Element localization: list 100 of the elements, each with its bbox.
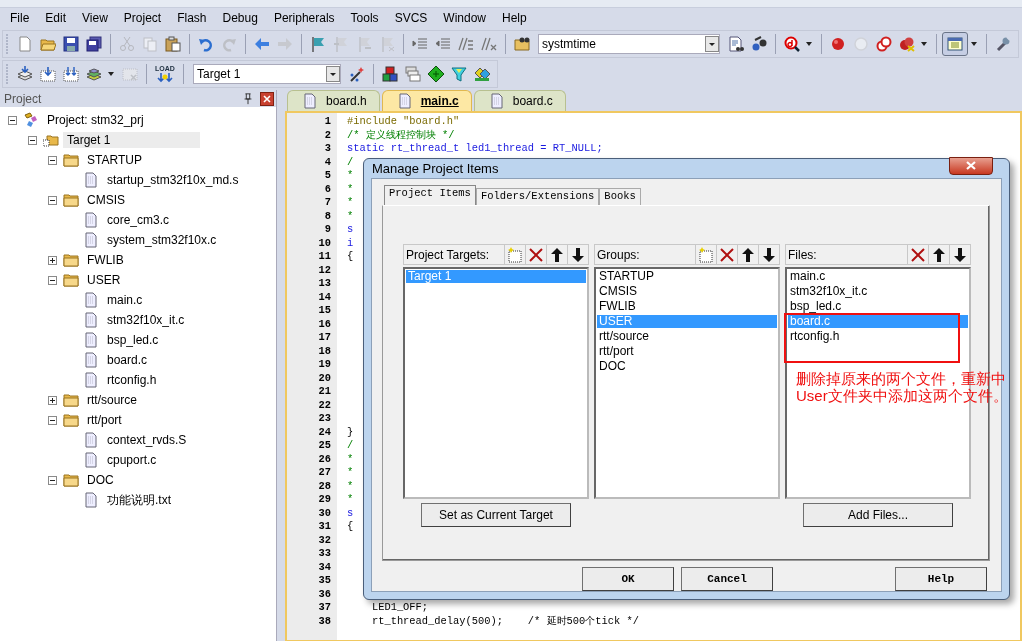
stacked-windows-icon[interactable] xyxy=(405,66,421,82)
menu-item[interactable]: Flash xyxy=(169,9,215,27)
tree-item[interactable]: rtt/port xyxy=(83,412,126,428)
unindent-icon[interactable] xyxy=(435,36,451,52)
dialog-button[interactable]: OK xyxy=(582,567,674,591)
caret-icon[interactable] xyxy=(970,40,978,48)
menu-item[interactable]: Help xyxy=(494,9,535,27)
indent-icon[interactable] xyxy=(412,36,428,52)
file-tab[interactable]: main.c xyxy=(381,90,472,111)
list-item[interactable]: FWLIB xyxy=(597,300,777,313)
close-icon[interactable] xyxy=(260,91,274,106)
colored-layers-icon[interactable] xyxy=(86,66,102,82)
folder-binoculars-icon[interactable] xyxy=(514,36,530,52)
list-item[interactable]: stm32f10x_it.c xyxy=(788,285,968,298)
menu-item[interactable]: Edit xyxy=(37,9,75,27)
new-item-button[interactable] xyxy=(695,245,716,264)
colored-blocks-icon[interactable] xyxy=(382,66,398,82)
left-arrow-icon[interactable] xyxy=(254,36,270,52)
diamonds-icon[interactable] xyxy=(474,66,490,82)
grip-icon[interactable] xyxy=(5,34,9,54)
toggle-button[interactable] xyxy=(942,32,968,56)
dotted-box-arrows-icon[interactable] xyxy=(63,66,79,82)
magic-wand-icon[interactable] xyxy=(349,66,365,82)
menu-item[interactable]: Peripherals xyxy=(265,9,343,27)
save-all-icon[interactable] xyxy=(86,36,102,52)
list-item[interactable]: rtconfig.h xyxy=(788,330,968,343)
menu-item[interactable]: File xyxy=(2,9,38,27)
tree-item[interactable]: STARTUP xyxy=(83,152,146,168)
expander-icon[interactable] xyxy=(48,195,57,205)
expander-icon[interactable] xyxy=(8,115,17,125)
circles-cross-icon[interactable] xyxy=(899,36,915,52)
two-circles-icon[interactable] xyxy=(876,36,892,52)
list-item[interactable]: CMSIS xyxy=(597,285,777,298)
dialog-button[interactable]: Help xyxy=(895,567,987,591)
menu-item[interactable]: Window xyxy=(435,9,494,27)
menu-item[interactable]: Project xyxy=(115,9,170,27)
open-folder-icon[interactable] xyxy=(40,36,56,52)
tree-item[interactable]: Project: stm32_prj xyxy=(43,112,148,128)
list-item[interactable]: main.c xyxy=(788,270,968,283)
uncomment-icon[interactable] xyxy=(481,36,497,52)
breakpoint-icon[interactable] xyxy=(830,36,846,52)
combo-box[interactable]: systmtime xyxy=(538,34,720,54)
tree-item[interactable]: board.c xyxy=(103,352,152,368)
delete-button[interactable] xyxy=(716,245,737,264)
list-item[interactable]: rtt/port xyxy=(597,345,777,358)
pin-icon[interactable] xyxy=(242,91,254,106)
tree-item[interactable]: 功能说明.txt xyxy=(103,490,175,510)
list-item[interactable]: STARTUP xyxy=(597,270,777,283)
file-tab[interactable]: board.h xyxy=(287,90,380,111)
tree-item[interactable]: system_stm32f10x.c xyxy=(103,232,221,248)
expander-icon[interactable] xyxy=(48,155,57,165)
caret-icon[interactable] xyxy=(805,40,813,48)
menu-item[interactable]: SVCS xyxy=(386,9,436,27)
save-icon[interactable] xyxy=(63,36,79,52)
expander-icon[interactable] xyxy=(48,275,57,285)
list-item[interactable]: bsp_led.c xyxy=(788,300,968,313)
dialog-tab[interactable]: Books xyxy=(599,188,641,205)
comment-icon[interactable] xyxy=(458,36,474,52)
action-button[interactable]: Add Files... xyxy=(803,503,953,527)
tree-item[interactable]: rtconfig.h xyxy=(103,372,161,388)
expander-icon[interactable] xyxy=(28,135,37,145)
dialog-tab[interactable]: Project Items xyxy=(384,185,476,205)
tree-item[interactable]: FWLIB xyxy=(83,252,128,268)
tree-item[interactable]: stm32f10x_it.c xyxy=(103,312,189,328)
dotted-box-arrow-icon[interactable] xyxy=(40,66,56,82)
caret-icon[interactable] xyxy=(920,40,928,48)
stacked-layers-icon[interactable] xyxy=(17,66,33,82)
delete-button[interactable] xyxy=(525,245,546,264)
menu-item[interactable]: Debug xyxy=(214,9,266,27)
tree-item[interactable]: USER xyxy=(83,272,125,288)
file-tab[interactable]: board.c xyxy=(473,90,566,111)
diamond-icon[interactable] xyxy=(428,66,444,82)
dialog-button[interactable]: Cancel xyxy=(681,567,773,591)
tree-item[interactable]: core_cm3.c xyxy=(103,212,174,228)
menu-item[interactable]: View xyxy=(74,9,116,27)
tree-item[interactable]: bsp_led.c xyxy=(103,332,163,348)
expander-icon[interactable] xyxy=(48,395,57,405)
tree-item[interactable]: cpuport.c xyxy=(103,452,161,468)
wrench-icon[interactable] xyxy=(995,36,1011,52)
list-item[interactable]: rtt/source xyxy=(597,330,777,343)
action-button[interactable]: Set as Current Target xyxy=(421,503,571,527)
expander-icon[interactable] xyxy=(48,475,57,485)
tree-item[interactable]: startup_stm32f10x_md.s xyxy=(103,172,243,188)
delete-button[interactable] xyxy=(907,245,928,264)
tree-item[interactable]: DOC xyxy=(83,472,118,488)
menu-item[interactable]: Tools xyxy=(342,9,387,27)
window-layout-icon[interactable] xyxy=(947,36,963,52)
tree-item[interactable]: Target 1 xyxy=(63,132,201,148)
tree-item[interactable]: rtt/source xyxy=(83,392,141,408)
dialog-tab[interactable]: Folders/Extensions xyxy=(475,188,600,205)
expander-icon[interactable] xyxy=(48,415,57,425)
expander-icon[interactable] xyxy=(48,255,57,265)
tree-item[interactable]: main.c xyxy=(103,292,147,308)
combo-box[interactable]: Target 1 xyxy=(193,64,341,84)
grip-icon[interactable] xyxy=(5,64,9,84)
paste-icon[interactable] xyxy=(165,36,181,52)
binoculars-icon[interactable] xyxy=(751,36,767,52)
caret-icon[interactable] xyxy=(107,70,115,78)
undo-icon[interactable] xyxy=(198,36,214,52)
flag-icon[interactable] xyxy=(310,36,326,52)
